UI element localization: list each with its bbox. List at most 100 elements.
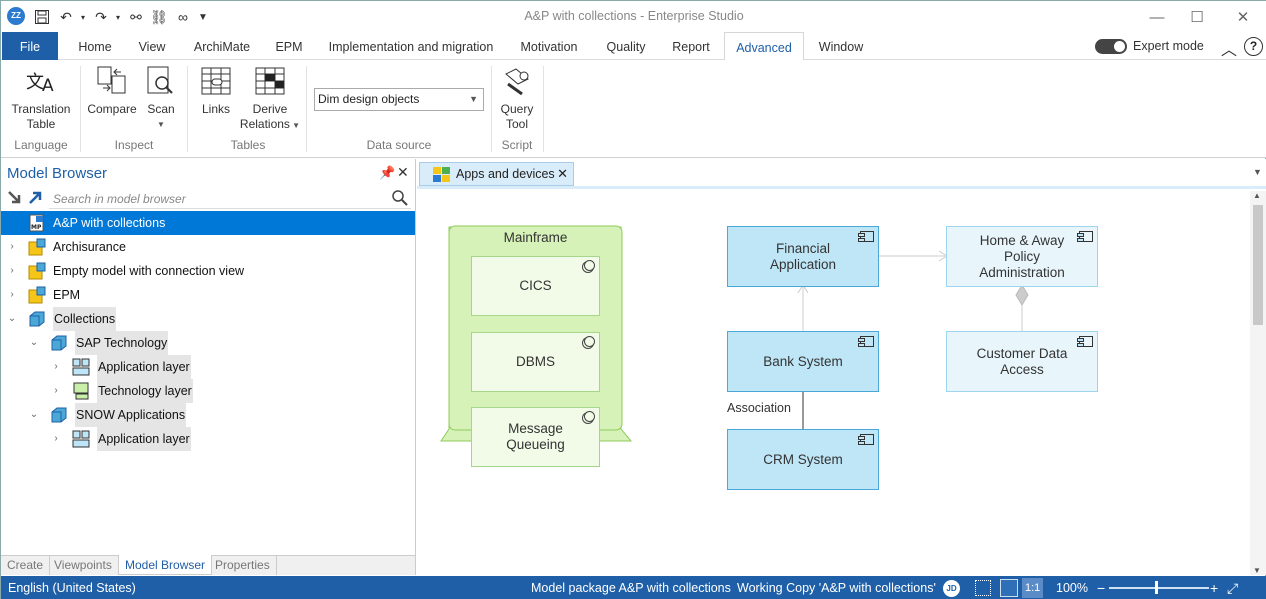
chevron-down-icon[interactable]: ⌄: [7, 307, 17, 331]
customer-data-access-node[interactable]: Customer Data Access: [946, 331, 1098, 392]
tab-epm[interactable]: EPM: [267, 32, 311, 60]
system-software-icon: [582, 336, 595, 349]
scroll-down-icon[interactable]: ▼: [1253, 566, 1261, 575]
tree-item[interactable]: › Technology layer: [1, 379, 415, 403]
query-tool-button[interactable]: Query Tool: [495, 64, 539, 132]
tab-advanced[interactable]: Advanced: [724, 32, 804, 61]
tree-item[interactable]: ⌄ SAP Technology: [1, 331, 415, 355]
translation-label-1: Translation: [11, 102, 71, 116]
tree-item[interactable]: › EPM: [1, 283, 415, 307]
home-away-policy-node[interactable]: Home & Away Policy Administration: [946, 226, 1098, 287]
status-bar: English (United States) Model package A&…: [1, 576, 1266, 599]
data-source-select[interactable]: Dim design objects ▼: [314, 88, 484, 111]
message-queueing-node[interactable]: Message Queueing: [471, 407, 600, 467]
chevron-right-icon[interactable]: ›: [51, 427, 61, 451]
tree-item[interactable]: › Application layer: [1, 355, 415, 379]
tab-list-dropdown-icon[interactable]: ▼: [1253, 167, 1262, 177]
translation-table-button[interactable]: 文A Translation Table: [9, 64, 73, 132]
compare-button[interactable]: Compare: [85, 64, 139, 117]
tab-apps-and-devices[interactable]: Apps and devices ✕: [419, 162, 574, 186]
diamond-icon: [1015, 284, 1029, 306]
maximize-icon[interactable]: ☐: [1179, 5, 1215, 29]
association-label: Association: [727, 401, 791, 415]
chevron-right-icon[interactable]: ›: [7, 259, 17, 283]
grid-icon[interactable]: [975, 580, 991, 596]
dbms-node[interactable]: DBMS: [471, 332, 600, 392]
scrollbar-thumb[interactable]: [1253, 205, 1263, 325]
zoom-slider[interactable]: [1109, 587, 1209, 589]
tree-item[interactable]: ⌄ SNOW Applications: [1, 403, 415, 427]
links-label: Links: [201, 102, 230, 116]
tab-implementation-and-migration[interactable]: Implementation and migration: [321, 32, 501, 60]
tree-item[interactable]: › Archisurance: [1, 235, 415, 259]
collection-icon: [50, 334, 68, 352]
close-icon[interactable]: ✕: [1225, 5, 1261, 29]
scroll-up-icon[interactable]: ▲: [1253, 191, 1261, 200]
collapse-ribbon-icon[interactable]: ︿: [1221, 36, 1237, 60]
tab-archimate[interactable]: ArchiMate: [185, 32, 259, 60]
tab-create[interactable]: Create: [1, 555, 51, 575]
zoom-out-icon[interactable]: −: [1097, 576, 1105, 599]
chevron-right-icon[interactable]: ›: [51, 379, 61, 403]
tab-model-browser[interactable]: Model Browser: [118, 555, 213, 575]
financial-application-node[interactable]: Financial Application: [727, 226, 879, 287]
user-avatar[interactable]: JD: [943, 580, 960, 597]
group-label-script: Script: [501, 138, 533, 152]
crm-system-label: CRM System: [763, 451, 843, 467]
chevron-right-icon[interactable]: ›: [51, 355, 61, 379]
cics-node[interactable]: CICS: [471, 256, 600, 316]
tree-item-label: A&P with collections: [53, 216, 166, 230]
tree-item-label: Application layer: [97, 427, 191, 451]
compare-label: Compare: [87, 102, 137, 116]
chevron-right-icon[interactable]: ›: [7, 235, 17, 259]
close-tab-icon[interactable]: ✕: [557, 163, 568, 185]
model-browser-search-input[interactable]: Search in model browser: [49, 189, 411, 209]
tree-item-label: Technology layer: [97, 379, 193, 403]
collapse-all-icon[interactable]: [6, 189, 24, 207]
compare-icon: [95, 64, 129, 98]
close-panel-icon[interactable]: ✕: [397, 164, 409, 181]
tab-viewpoints[interactable]: Viewpoints: [48, 555, 119, 575]
vertical-scrollbar[interactable]: ▲ ▼: [1250, 191, 1266, 575]
zoom-in-icon[interactable]: +: [1210, 576, 1218, 599]
tree-item[interactable]: MP A&P with collections: [1, 211, 415, 235]
tree-item[interactable]: › Application layer: [1, 427, 415, 451]
chevron-right-icon[interactable]: ›: [7, 283, 17, 307]
tab-report[interactable]: Report: [665, 32, 717, 60]
links-button[interactable]: Links: [195, 64, 237, 117]
zoom-slider-thumb[interactable]: [1155, 581, 1158, 594]
crm-system-node[interactable]: CRM System: [727, 429, 879, 490]
derive-label-2: Relations ▼: [239, 117, 301, 131]
tree-item[interactable]: › Empty model with connection view: [1, 259, 415, 283]
tree-item-label: EPM: [53, 288, 81, 302]
scan-icon: [144, 64, 178, 98]
bank-system-node[interactable]: Bank System: [727, 331, 879, 392]
tab-file[interactable]: File: [2, 32, 58, 60]
expert-mode-toggle[interactable]: [1095, 39, 1127, 54]
tab-view[interactable]: View: [129, 32, 175, 60]
tab-home[interactable]: Home: [69, 32, 121, 60]
tree-item[interactable]: ⌄ Collections: [1, 307, 415, 331]
pin-icon[interactable]: 📌: [379, 165, 395, 181]
layout-icon[interactable]: [1000, 579, 1018, 597]
tech-layer-icon: [72, 382, 90, 400]
chevron-down-icon[interactable]: ⌄: [29, 403, 39, 427]
actual-size-button[interactable]: 1:1: [1022, 578, 1044, 598]
status-language: English (United States): [8, 581, 136, 595]
chevron-down-icon[interactable]: ⌄: [29, 331, 39, 355]
application-component-icon: [1077, 336, 1093, 347]
fit-to-screen-icon[interactable]: ⤢: [1227, 576, 1238, 599]
expand-all-icon[interactable]: [26, 189, 44, 207]
tab-quality[interactable]: Quality: [597, 32, 655, 60]
tab-window[interactable]: Window: [811, 32, 871, 60]
model-browser-title: Model Browser: [7, 165, 108, 182]
tab-properties[interactable]: Properties: [209, 555, 277, 575]
tab-motivation[interactable]: Motivation: [511, 32, 587, 60]
help-icon[interactable]: ?: [1244, 37, 1263, 56]
scan-button[interactable]: Scan ▼: [141, 64, 181, 132]
derive-relations-button[interactable]: Derive Relations ▼: [239, 64, 301, 133]
minimize-icon[interactable]: —: [1139, 5, 1175, 29]
dbms-label: DBMS: [515, 354, 555, 369]
search-icon[interactable]: [391, 189, 409, 207]
group-separator: [187, 66, 188, 152]
